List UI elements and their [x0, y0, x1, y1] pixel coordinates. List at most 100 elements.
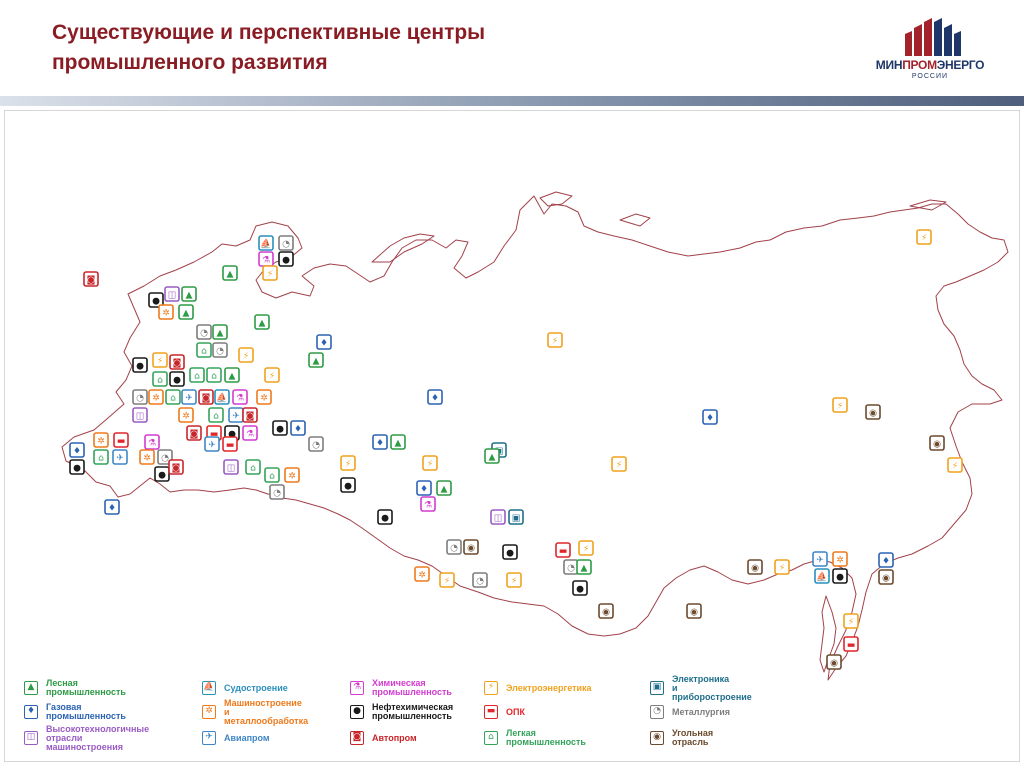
power-marker[interactable]: ⚡: [578, 540, 594, 556]
forest-marker[interactable]: ▲: [181, 286, 197, 302]
gas-marker[interactable]: ♦: [372, 434, 388, 450]
metal-marker[interactable]: ◔: [472, 572, 488, 588]
auto-marker[interactable]: ◙: [198, 389, 214, 405]
mach-marker[interactable]: ✲: [832, 551, 848, 567]
gas-marker[interactable]: ♦: [290, 420, 306, 436]
metal-marker[interactable]: ◔: [563, 559, 579, 575]
auto-marker[interactable]: ◙: [168, 459, 184, 475]
forest-marker[interactable]: ▲: [308, 352, 324, 368]
power-marker[interactable]: ⚡: [238, 347, 254, 363]
mach-marker[interactable]: ✲: [148, 389, 164, 405]
ship-marker[interactable]: ⛵: [214, 389, 230, 405]
mach-marker[interactable]: ✲: [178, 407, 194, 423]
coal-marker[interactable]: ◉: [686, 603, 702, 619]
metal-marker[interactable]: ◔: [446, 539, 462, 555]
gas-marker[interactable]: ♦: [702, 409, 718, 425]
coal-marker[interactable]: ◉: [826, 654, 842, 670]
power-marker[interactable]: ⚡: [506, 572, 522, 588]
light-marker[interactable]: ⌂: [206, 367, 222, 383]
light-marker[interactable]: ⌂: [208, 407, 224, 423]
light-marker[interactable]: ⌂: [196, 342, 212, 358]
forest-marker[interactable]: ▲: [222, 265, 238, 281]
power-marker[interactable]: ⚡: [152, 352, 168, 368]
petro-marker[interactable]: ●: [377, 509, 393, 525]
forest-marker[interactable]: ▲: [436, 480, 452, 496]
power-marker[interactable]: ⚡: [774, 559, 790, 575]
avia-marker[interactable]: ✈: [812, 551, 828, 567]
power-marker[interactable]: ⚡: [832, 397, 848, 413]
forest-marker[interactable]: ▲: [484, 448, 500, 464]
power-marker[interactable]: ⚡: [340, 455, 356, 471]
hitech-marker[interactable]: ◫: [132, 407, 148, 423]
light-marker[interactable]: ⌂: [93, 449, 109, 465]
coal-marker[interactable]: ◉: [929, 435, 945, 451]
chem-marker[interactable]: ⚗: [144, 434, 160, 450]
light-marker[interactable]: ⌂: [245, 459, 261, 475]
gas-marker[interactable]: ♦: [427, 389, 443, 405]
power-marker[interactable]: ⚡: [916, 229, 932, 245]
metal-marker[interactable]: ◔: [212, 342, 228, 358]
petro-marker[interactable]: ●: [169, 371, 185, 387]
metal-marker[interactable]: ◔: [269, 484, 285, 500]
gas-marker[interactable]: ♦: [416, 480, 432, 496]
opk-marker[interactable]: ▬: [843, 636, 859, 652]
ship-marker[interactable]: ⛵: [814, 568, 830, 584]
power-marker[interactable]: ⚡: [547, 332, 563, 348]
electro-marker[interactable]: ▣: [508, 509, 524, 525]
metal-marker[interactable]: ◔: [278, 235, 294, 251]
forest-marker[interactable]: ▲: [576, 559, 592, 575]
ship-marker[interactable]: ⛵: [258, 235, 274, 251]
petro-marker[interactable]: ●: [69, 459, 85, 475]
coal-marker[interactable]: ◉: [598, 603, 614, 619]
petro-marker[interactable]: ●: [272, 420, 288, 436]
forest-marker[interactable]: ▲: [178, 304, 194, 320]
petro-marker[interactable]: ●: [278, 251, 294, 267]
hitech-marker[interactable]: ◫: [490, 509, 506, 525]
hitech-marker[interactable]: ◫: [223, 459, 239, 475]
gas-marker[interactable]: ♦: [69, 442, 85, 458]
coal-marker[interactable]: ◉: [747, 559, 763, 575]
metal-marker[interactable]: ◔: [132, 389, 148, 405]
forest-marker[interactable]: ▲: [254, 314, 270, 330]
forest-marker[interactable]: ▲: [390, 434, 406, 450]
auto-marker[interactable]: ◙: [242, 407, 258, 423]
petro-marker[interactable]: ●: [154, 466, 170, 482]
power-marker[interactable]: ⚡: [262, 265, 278, 281]
chem-marker[interactable]: ⚗: [258, 251, 274, 267]
petro-marker[interactable]: ●: [572, 580, 588, 596]
power-marker[interactable]: ⚡: [439, 572, 455, 588]
metal-marker[interactable]: ◔: [308, 436, 324, 452]
auto-marker[interactable]: ◙: [186, 425, 202, 441]
mach-marker[interactable]: ✲: [284, 467, 300, 483]
power-marker[interactable]: ⚡: [611, 456, 627, 472]
mach-marker[interactable]: ✲: [158, 304, 174, 320]
avia-marker[interactable]: ✈: [181, 389, 197, 405]
coal-marker[interactable]: ◉: [878, 569, 894, 585]
forest-marker[interactable]: ▲: [224, 367, 240, 383]
mach-marker[interactable]: ✲: [414, 566, 430, 582]
chem-marker[interactable]: ⚗: [242, 425, 258, 441]
auto-marker[interactable]: ◙: [169, 354, 185, 370]
chem-marker[interactable]: ⚗: [232, 389, 248, 405]
avia-marker[interactable]: ✈: [112, 449, 128, 465]
mach-marker[interactable]: ✲: [139, 449, 155, 465]
light-marker[interactable]: ⌂: [152, 371, 168, 387]
forest-marker[interactable]: ▲: [212, 324, 228, 340]
light-marker[interactable]: ⌂: [165, 389, 181, 405]
opk-marker[interactable]: ▬: [222, 436, 238, 452]
hitech-marker[interactable]: ◫: [164, 286, 180, 302]
metal-marker[interactable]: ◔: [196, 324, 212, 340]
power-marker[interactable]: ⚡: [843, 613, 859, 629]
petro-marker[interactable]: ●: [502, 544, 518, 560]
opk-marker[interactable]: ▬: [113, 432, 129, 448]
power-marker[interactable]: ⚡: [947, 457, 963, 473]
light-marker[interactable]: ⌂: [264, 467, 280, 483]
gas-marker[interactable]: ♦: [316, 334, 332, 350]
light-marker[interactable]: ⌂: [189, 367, 205, 383]
mach-marker[interactable]: ✲: [93, 432, 109, 448]
opk-marker[interactable]: ▬: [555, 542, 571, 558]
coal-marker[interactable]: ◉: [865, 404, 881, 420]
power-marker[interactable]: ⚡: [264, 367, 280, 383]
gas-marker[interactable]: ♦: [104, 499, 120, 515]
chem-marker[interactable]: ⚗: [420, 496, 436, 512]
